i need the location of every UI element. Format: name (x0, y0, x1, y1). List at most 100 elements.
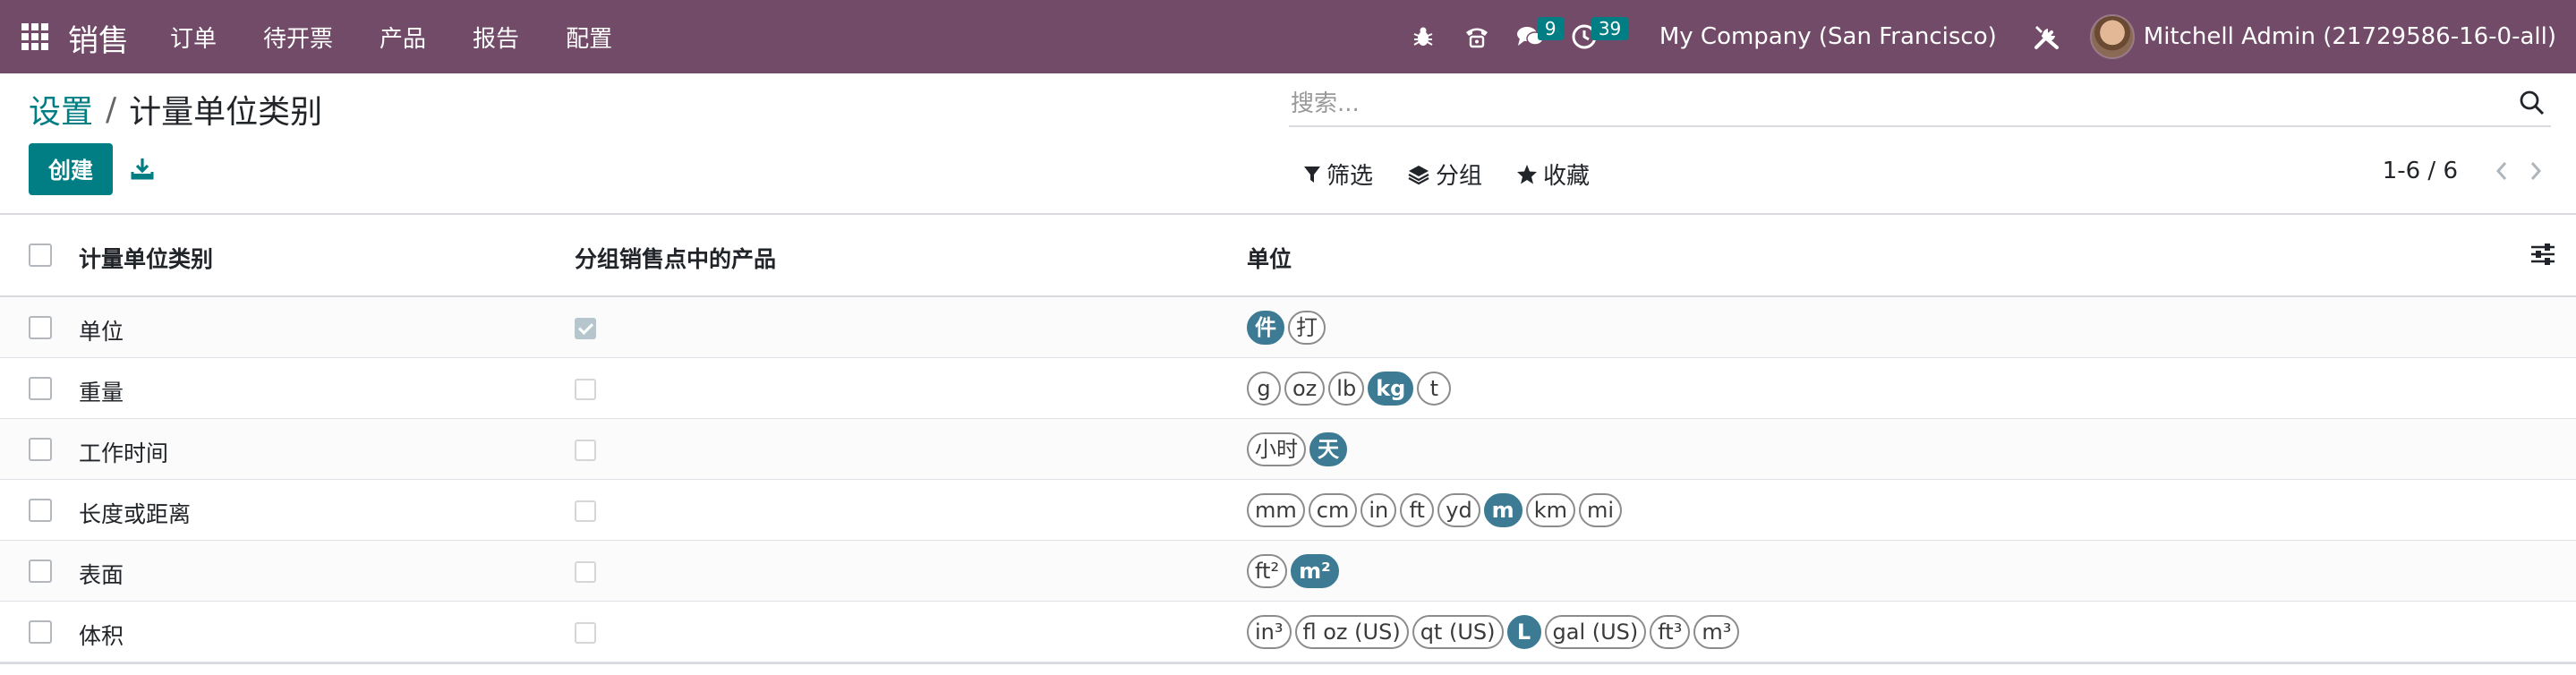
breadcrumb-settings[interactable]: 设置 (29, 86, 93, 132)
app-brand[interactable]: 销售 (68, 16, 129, 60)
unit-tags: g oz lb kg t (1247, 372, 1454, 406)
pager: 1-6 / 6 (2383, 158, 2549, 184)
reference-unit-tag: 天 (1309, 432, 1347, 466)
category-name: 工作时间 (79, 440, 169, 466)
search-input[interactable] (1289, 86, 2488, 122)
unit-tag: ft³ (1650, 615, 1691, 649)
row-checkbox[interactable] (29, 438, 52, 461)
breadcrumb-separator: / (106, 90, 117, 128)
unit-tag: m³ (1693, 615, 1740, 649)
filter-button[interactable]: 筛选 (1303, 158, 1373, 191)
menu-item-reporting[interactable]: 报告 (473, 21, 519, 54)
table-header: 计量单位类别 分组销售点中的产品 单位 (0, 215, 2576, 297)
pager-value[interactable]: 1-6 / 6 (2383, 158, 2458, 184)
unit-tags: 件打 (1247, 311, 1329, 345)
unit-tags: ft² m² (1247, 554, 1343, 588)
row-checkbox[interactable] (29, 620, 52, 644)
unit-tag: in (1361, 493, 1397, 527)
unit-tag: t (1417, 372, 1452, 406)
pos-group-checkbox (575, 561, 596, 583)
menu-item-configuration[interactable]: 配置 (566, 21, 612, 54)
unit-tag: km (1525, 493, 1575, 527)
select-all-checkbox[interactable] (29, 244, 52, 267)
download-icon[interactable] (127, 152, 158, 184)
layers-icon (1408, 165, 1429, 184)
category-name: 重量 (79, 380, 124, 406)
menu-item-to-invoice[interactable]: 待开票 (263, 21, 333, 54)
unit-tag: ft² (1247, 554, 1288, 588)
systray: 9 39 My Company (San Francisco) Mitchell… (1405, 0, 2576, 73)
unit-tags: mm cm in ft yd m km mi (1247, 493, 1625, 527)
table-row[interactable]: 表面 ft² m² (0, 541, 2576, 602)
table-body: 单位 件打重量 g oz lb kg t 工作时间 小时天长度或距离 mm cm in ft yd m km m… (0, 297, 2576, 662)
unit-tag: in³ (1247, 615, 1292, 649)
user-menu[interactable]: Mitchell Admin (21729586-16-0-all) (2144, 23, 2556, 50)
unit-tag: 打 (1288, 311, 1326, 345)
filter-label: 筛选 (1326, 163, 1374, 190)
favorites-label: 收藏 (1543, 163, 1591, 190)
unit-tag: g (1247, 372, 1281, 406)
row-checkbox[interactable] (29, 499, 52, 522)
create-button[interactable]: 创建 (29, 143, 113, 195)
unit-tag: lb (1328, 372, 1365, 406)
star-icon (1517, 164, 1538, 184)
chat-icon[interactable]: 9 (1513, 17, 1564, 55)
messages-badge: 9 (1537, 17, 1564, 40)
chevron-right-icon[interactable] (2522, 158, 2549, 184)
unit-tags: in³ fl oz (US) qt (US) Lgal (US) ft³ m³ (1247, 615, 1743, 649)
reference-unit-tag: m² (1291, 554, 1339, 588)
reference-unit-tag: 件 (1247, 311, 1284, 345)
unit-tag: qt (US) (1412, 615, 1504, 649)
table-row[interactable]: 长度或距离 mm cm in ft yd m km mi (0, 480, 2576, 541)
main-menu: 订单 待开票 产品 报告 配置 (170, 0, 659, 73)
unit-tag: fl oz (US) (1294, 615, 1409, 649)
menu-item-orders[interactable]: 订单 (170, 21, 217, 54)
pos-group-checkbox (575, 622, 596, 644)
menu-item-products[interactable]: 产品 (380, 21, 426, 54)
reference-unit-tag: kg (1368, 372, 1414, 406)
row-checkbox[interactable] (29, 377, 52, 400)
column-header-pos-group[interactable]: 分组销售点中的产品 (575, 242, 776, 274)
tools-icon[interactable] (2029, 19, 2065, 55)
sliders-icon[interactable] (2529, 242, 2556, 272)
bug-icon[interactable] (1405, 19, 1441, 55)
row-checkbox[interactable] (29, 560, 52, 583)
company-switcher[interactable]: My Company (San Francisco) (1659, 23, 1997, 50)
grid-icon[interactable] (21, 23, 48, 50)
column-header-units[interactable]: 单位 (1247, 242, 1292, 274)
top-navbar: 销售 订单 待开票 产品 报告 配置 9 39 My Company (San … (0, 0, 2576, 73)
table-row[interactable]: 工作时间 小时天 (0, 419, 2576, 480)
table-row[interactable]: 重量 g oz lb kg t (0, 358, 2576, 419)
table-row[interactable]: 体积 in³ fl oz (US) qt (US) Lgal (US) ft³ m³ (0, 602, 2576, 662)
group-by-label: 分组 (1436, 163, 1483, 190)
page-title: 计量单位类别 (129, 94, 323, 131)
clock-icon[interactable]: 39 (1566, 17, 1629, 55)
breadcrumb: 设置 / 计量单位类别 (29, 86, 322, 132)
unit-tag: ft (1400, 493, 1435, 527)
category-name: 体积 (79, 623, 124, 649)
table-row[interactable]: 单位 件打 (0, 297, 2576, 358)
favorites-button[interactable]: 收藏 (1516, 158, 1590, 191)
column-header-category[interactable]: 计量单位类别 (79, 242, 213, 274)
pos-group-checkbox (575, 500, 596, 522)
category-name: 表面 (79, 562, 124, 588)
row-checkbox[interactable] (29, 316, 52, 339)
chevron-left-icon[interactable] (2488, 158, 2515, 184)
search-icon[interactable] (2519, 90, 2546, 122)
pos-group-checkbox (575, 440, 596, 461)
unit-tag: yd (1437, 493, 1480, 527)
group-by-button[interactable]: 分组 (1407, 158, 1482, 191)
activities-badge: 39 (1591, 17, 1629, 40)
uom-category-list: 计量单位类别 分组销售点中的产品 单位 单位件打重量 g oz lb kg t 工作时间 小时… (0, 215, 2576, 662)
unit-tag: oz (1284, 372, 1326, 406)
avatar[interactable] (2089, 14, 2135, 59)
category-name: 单位 (79, 319, 124, 345)
funnel-icon (1304, 166, 1320, 183)
unit-tag: mi (1578, 493, 1623, 527)
table-bottom-border (0, 662, 2576, 664)
phone-icon[interactable] (1459, 19, 1495, 55)
reference-unit-tag: L (1506, 615, 1541, 649)
unit-tags: 小时天 (1247, 432, 1351, 466)
unit-tag: gal (US) (1544, 615, 1647, 649)
search-options: 筛选 分组 收藏 (1303, 158, 1624, 191)
